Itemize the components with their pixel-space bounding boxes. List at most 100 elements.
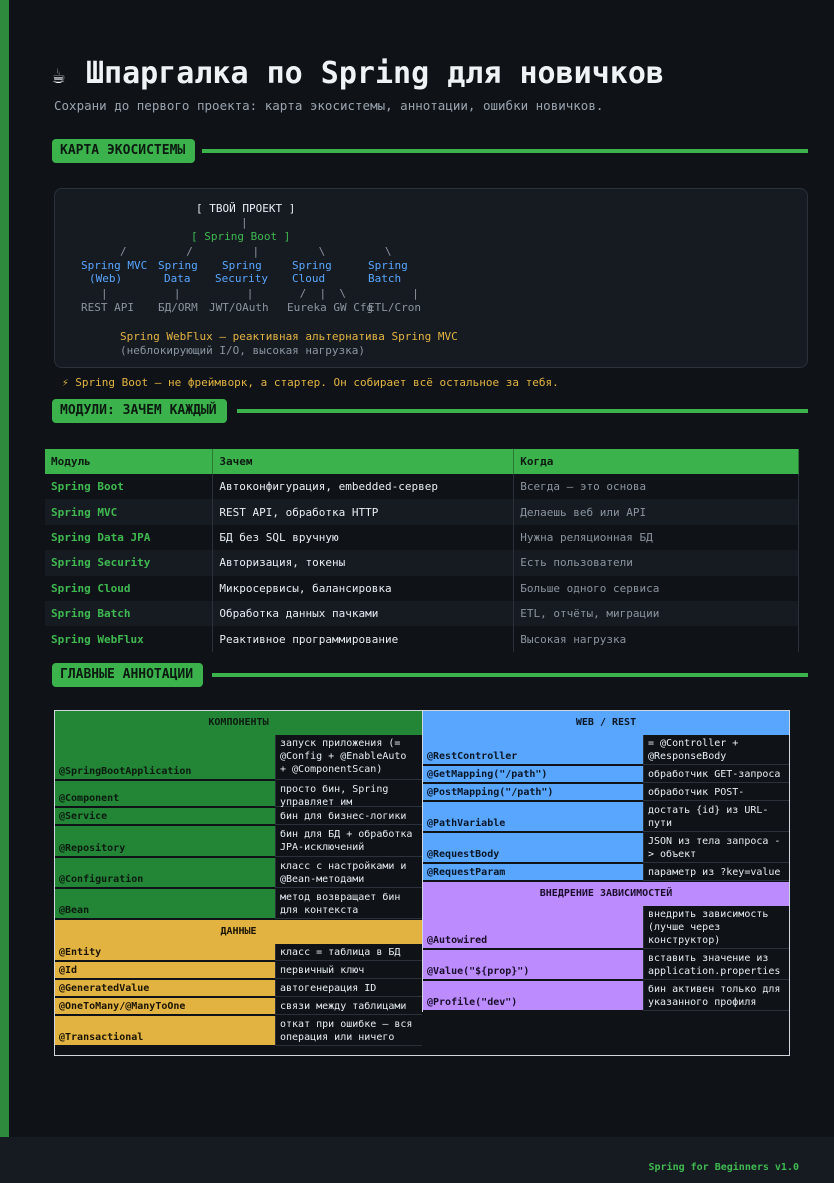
- annotations-right-column: WEB / REST @RestController = @Controller …: [422, 711, 789, 1012]
- when-cell: Нужна реляционная БД: [513, 524, 799, 551]
- annotation-description: автогенерация ID: [275, 980, 422, 997]
- when-cell: ETL, отчёты, миграции: [513, 600, 799, 627]
- page-title-text: Шпаргалка по Spring для новичков: [86, 56, 664, 91]
- table-row: Spring Boot Автоконфигурация, embedded-се…: [45, 474, 799, 500]
- section-annotations-title: ГЛАВНЫЕ АННОТАЦИИ: [52, 663, 204, 687]
- why-cell: БД без SQL вручную: [212, 524, 515, 551]
- annotation-description: = @Controller + @ResponseBody: [643, 735, 789, 765]
- table-header-row: Модуль Зачем Когда: [45, 449, 799, 474]
- column-header-why: Зачем: [212, 449, 515, 474]
- annotation-name: @Profile("dev"): [423, 981, 643, 1011]
- annotation-description: запуск приложения (= @Config + @EnableAu…: [275, 735, 422, 780]
- map-use-cloud: Eureka GW Cfg: [287, 301, 374, 314]
- annotation-name: @RestController: [423, 735, 643, 765]
- when-cell: Высокая нагрузка: [513, 626, 799, 652]
- table-row: Spring MVC REST API, обработка HTTP Делаеш…: [45, 499, 799, 525]
- annotation-name: @OneToMany/@ManyToOne: [55, 998, 275, 1015]
- di-group: ВНЕДРЕНИЕ ЗАВИСИМОСТЕЙ @Autowired внедрит…: [423, 882, 789, 1012]
- page-subtitle: Сохрани до первого проекта: карта экосис…: [54, 98, 604, 113]
- annotation-description: класс = таблица в БД: [275, 944, 422, 961]
- section-modules-header: МОДУЛИ: ЗАЧЕМ КАЖДЫЙ: [52, 399, 808, 423]
- map-spring-security: Spring: [222, 259, 262, 272]
- map-spring-boot: [ Spring Boot ]: [191, 230, 291, 243]
- annotation-description: JSON из тела запроса -> объект: [643, 833, 789, 863]
- annotation-description: класс с настройками и @Bean-методами: [275, 858, 422, 888]
- annotations-left-column: КОМПОНЕНТЫ @SpringBootApplication запуск …: [55, 711, 422, 1047]
- annotation-name: @Repository: [55, 826, 275, 857]
- map-pipe: |: [241, 216, 248, 229]
- map-project: [ ТВОЙ ПРОЕКТ ]: [196, 202, 296, 215]
- when-cell: Всегда — это основа: [513, 474, 799, 500]
- annotation-row: @Bean метод возвращает бин для контекста: [55, 889, 422, 920]
- annotation-name: @Bean: [55, 889, 275, 919]
- annotation-description: обработчик GET-запроса: [643, 766, 789, 783]
- annotation-row: @RequestBody JSON из тела запроса -> объе…: [423, 833, 789, 864]
- annotation-description: обработчик POST-запроса: [643, 784, 789, 811]
- annotation-name: @SpringBootApplication: [55, 735, 275, 780]
- annotation-name: @Value("${prop}"): [423, 950, 643, 980]
- web-header: WEB / REST: [423, 711, 789, 735]
- when-cell: Больше одного сервиса: [513, 575, 799, 601]
- annotation-row: @RestController = @Controller + @Response…: [423, 735, 789, 766]
- why-cell: Авторизация, токены: [212, 550, 515, 576]
- annotation-description: первичный ключ: [275, 962, 422, 979]
- annotation-row: @OneToMany/@ManyToOne связи между таблица…: [55, 998, 422, 1016]
- annotation-row: @Autowired внедрить зависимость (лучше че…: [423, 906, 789, 950]
- table-row: Spring Security Авторизация, токены Есть п…: [45, 550, 799, 576]
- annotation-row: @Component просто бин, Spring управляет и…: [55, 781, 422, 808]
- components-group: КОМПОНЕНТЫ @SpringBootApplication запуск …: [55, 711, 422, 920]
- why-cell: Реактивное программирование: [212, 626, 515, 652]
- annotation-description: достать {id} из URL-пути: [643, 802, 789, 832]
- annotation-name: @RequestParam: [423, 864, 643, 881]
- section-modules-title: МОДУЛИ: ЗАЧЕМ КАЖДЫЙ: [52, 399, 227, 423]
- annotation-description: бин активен только для указанного профил…: [643, 981, 789, 1011]
- map-spring-cloud-sub: Cloud: [292, 272, 326, 285]
- annotation-row: @GeneratedValue автогенерация ID: [55, 980, 422, 998]
- module-cell: Spring MVC: [45, 499, 214, 525]
- modules-table: Модуль Зачем Когда Spring Boot Автоконфиг…: [45, 449, 799, 652]
- module-cell: Spring Security: [45, 550, 214, 576]
- coffee-cup-icon: ☕: [52, 64, 66, 89]
- table-row: Spring Cloud Микросервисы, балансировка Бо…: [45, 575, 799, 601]
- annotation-row: @SpringBootApplication запуск приложения …: [55, 735, 422, 781]
- annotations-grid: КОМПОНЕНТЫ @SpringBootApplication запуск …: [54, 710, 790, 1056]
- annotation-row: @PathVariable достать {id} из URL-пути: [423, 802, 789, 833]
- module-cell: Spring Batch: [45, 600, 214, 627]
- map-use-orm: БД/ORM: [158, 301, 198, 314]
- map-spring-mvc: Spring MVC: [81, 259, 148, 272]
- annotation-name: @PostMapping("/path"): [423, 784, 643, 801]
- map-branches: / / | \ \: [120, 245, 392, 258]
- map-pipes: | | | / | \ |: [101, 287, 419, 300]
- spring-boot-tip: ⚡ Spring Boot — не фреймворк, а стартер.…: [62, 376, 559, 389]
- column-header-when: Когда: [513, 449, 799, 474]
- section-map-title: КАРТА ЭКОСИСТЕМЫ: [52, 139, 196, 163]
- annotation-name: @Service: [55, 808, 275, 825]
- annotation-description: вставить значение из application.propert…: [643, 950, 789, 980]
- why-cell: Микросервисы, балансировка: [212, 575, 515, 601]
- annotation-row: @Id первичный ключ: [55, 962, 422, 980]
- annotation-name: @Configuration: [55, 858, 275, 888]
- map-use-etl: ETL/Cron: [368, 301, 421, 314]
- web-group: WEB / REST @RestController = @Controller …: [423, 711, 789, 882]
- annotation-row: @RequestParam параметр из ?key=value: [423, 864, 789, 882]
- annotation-description: просто бин, Spring управляет им: [275, 781, 422, 808]
- annotation-name: @RequestBody: [423, 833, 643, 863]
- data-group: ДАННЫЕ @Entity класс = таблица в БД @Id пер…: [55, 920, 422, 1047]
- table-row: Spring Data JPA БД без SQL вручную Нужна р…: [45, 524, 799, 551]
- annotation-row: @Value("${prop}") вставить значение из ap…: [423, 950, 789, 981]
- annotation-name: @Entity: [55, 944, 275, 961]
- map-webflux-note: (неблокирующий I/O, высокая нагрузка): [120, 344, 366, 357]
- annotation-row: @Transactional откат при ошибке — вся опе…: [55, 1016, 422, 1047]
- annotation-name: @Component: [55, 781, 275, 807]
- when-cell: Делаешь веб или API: [513, 499, 799, 525]
- annotation-row: @Profile("dev") бин активен только для ук…: [423, 981, 789, 1012]
- annotation-name: @Autowired: [423, 906, 643, 949]
- why-cell: Автоконфигурация, embedded-сервер: [212, 474, 515, 500]
- map-spring-batch: Spring: [368, 259, 408, 272]
- section-map-header: КАРТА ЭКОСИСТЕМЫ: [52, 139, 808, 163]
- footer-text: Spring for Beginners v1.0: [648, 1162, 799, 1173]
- annotation-row: @PostMapping("/path")обработчик POST-зап…: [423, 784, 789, 811]
- annotation-description: бин для бизнес-логики: [275, 808, 422, 825]
- left-accent-bar: [0, 0, 9, 1183]
- page-title: ☕ Шпаргалка по Spring для новичков: [52, 56, 664, 91]
